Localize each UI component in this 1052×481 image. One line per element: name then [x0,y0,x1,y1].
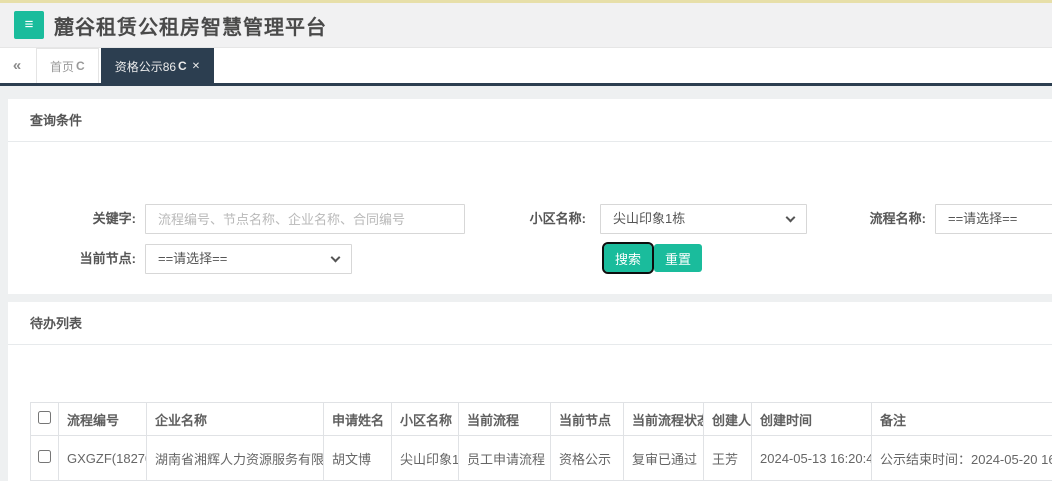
node-select-value: ==请选择== [158,251,227,266]
tab-bar: « 首页 C 资格公示86 C ✕ [0,48,1052,86]
table-cell: GXGZF(18270) [59,436,147,481]
select-all-checkbox[interactable] [38,411,51,424]
column-header: 企业名称 [147,403,324,436]
tab-qualification-publicity[interactable]: 资格公示86 C ✕ [101,48,214,83]
table-cell: 湖南省湘辉人力资源服务有限公司 [147,436,324,481]
table-cell: 员工申请流程 [459,436,551,481]
column-header: 创建人 [704,403,752,436]
column-header: 流程编号 [59,403,147,436]
column-header: 申请姓名 [324,403,392,436]
community-label: 小区名称: [468,204,586,234]
keyword-input[interactable] [145,204,465,234]
process-label: 流程名称: [836,204,926,234]
community-select[interactable]: 尖山印象1栋 [600,204,807,234]
query-form: 关键字: 小区名称: 尖山印象1栋 流程名称: ==请选择== 当前节点: ==… [8,142,1052,294]
table-cell: 资格公示 [551,436,624,481]
chevron-down-icon [786,213,796,223]
node-label: 当前节点: [8,244,136,274]
table-cell: 尖山印象1栋 [392,436,459,481]
column-header: 当前节点 [551,403,624,436]
process-select[interactable]: ==请选择== [935,204,1052,234]
column-header: 当前流程 [459,403,551,436]
hamburger-icon: ≡ [25,11,34,39]
query-panel-title: 查询条件 [8,99,1052,142]
table-cell: 胡文博 [324,436,392,481]
close-icon[interactable]: ✕ [192,61,200,72]
column-header: 创建时间 [752,403,872,436]
app-header: ≡ 麓谷租赁公租房智慧管理平台 [0,3,1052,48]
column-header: 小区名称 [392,403,459,436]
menu-toggle-button[interactable]: ≡ [14,11,44,39]
column-header: 当前流程状态 [624,403,704,436]
reset-button[interactable]: 重置 [654,244,702,272]
table-cell: 复审已通过 [624,436,704,481]
app-title: 麓谷租赁公租房智慧管理平台 [54,11,327,40]
table-row: GXGZF(18270)湖南省湘辉人力资源服务有限公司胡文博尖山印象1栋员工申请… [31,436,1052,481]
todo-table: 流程编号企业名称申请姓名小区名称当前流程当前节点当前流程状态创建人创建时间备注 … [30,402,1052,481]
todo-panel-title: 待办列表 [8,302,1052,345]
search-button[interactable]: 搜索 [604,244,652,272]
community-select-value: 尖山印象1栋 [613,211,685,226]
collapse-tabs-icon[interactable]: « [0,48,34,83]
keyword-label: 关键字: [8,204,136,234]
table-cell: 2024-05-13 16:20:48 [752,436,872,481]
node-select[interactable]: ==请选择== [145,244,352,274]
chevron-down-icon [331,253,341,263]
row-checkbox[interactable] [38,450,51,463]
tab-home[interactable]: 首页 C [36,48,99,83]
table-body: GXGZF(18270)湖南省湘辉人力资源服务有限公司胡文博尖山印象1栋员工申请… [31,436,1052,481]
table-cell: 公示结束时间：2024-05-20 16:53:48 [872,436,1052,481]
table-cell: 王芳 [704,436,752,481]
refresh-icon[interactable]: C [76,59,85,73]
table-header-row: 流程编号企业名称申请姓名小区名称当前流程当前节点当前流程状态创建人创建时间备注 [31,403,1052,436]
select-all-cell [31,403,59,436]
query-panel: 查询条件 关键字: 小区名称: 尖山印象1栋 流程名称: ==请选择== 当前节… [8,99,1052,294]
page-content: 查询条件 关键字: 小区名称: 尖山印象1栋 流程名称: ==请选择== 当前节… [0,86,1052,481]
column-header: 备注 [872,403,1052,436]
process-select-value: ==请选择== [948,211,1017,226]
tab-home-label: 首页 [50,58,74,75]
todo-panel: 待办列表 流程编号企业名称申请姓名小区名称当前流程当前节点当前流程状态创建人创建… [8,302,1052,481]
refresh-icon[interactable]: C [178,59,187,73]
tab-qualification-label: 资格公示86 [115,58,176,75]
todo-table-wrap: 流程编号企业名称申请姓名小区名称当前流程当前节点当前流程状态创建人创建时间备注 … [8,345,1052,481]
row-checkbox-cell [31,436,59,481]
